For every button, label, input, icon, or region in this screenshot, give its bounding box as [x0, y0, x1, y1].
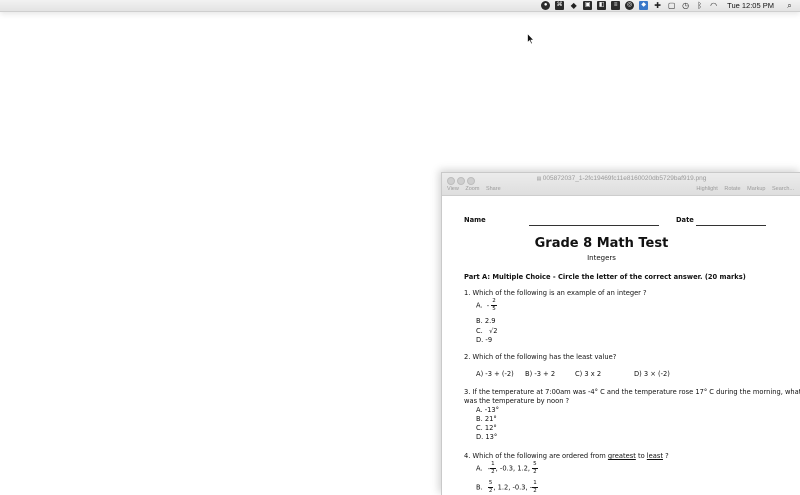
q4-question: 4. Which of the following are ordered fr…: [464, 452, 669, 460]
zoom-toolbar-button[interactable]: Zoom: [465, 186, 479, 192]
q1-question: 1. Which of the following is an example …: [464, 289, 647, 297]
menu-bar: ● ⌘ ◆ ▣ ◧ ≡ ◎ ◆ ✚ ▢ ◷ ᛒ ◠ Tue 12:05 PM ⌕: [0, 0, 800, 12]
markup-button[interactable]: Markup: [747, 186, 765, 192]
toolbar-left: View Zoom Share: [447, 186, 506, 192]
q2-option-d: D) 3 × (-2): [634, 370, 670, 378]
q2-option-b: B) -3 + 2: [525, 370, 556, 378]
bluetooth-icon[interactable]: ᛒ: [695, 1, 704, 10]
search-icon[interactable]: ⌕: [785, 1, 794, 10]
q1-option-b: B. 2.9: [476, 317, 496, 325]
window-titlebar: ▤ 005872037_1-2fc19469fc11e8160020db5729…: [442, 173, 800, 196]
cc-icon[interactable]: ◎: [625, 1, 635, 10]
part-a-heading: Part A: Multiple Choice - Circle the let…: [464, 273, 746, 281]
mouse-pointer-icon: [527, 33, 535, 45]
record-icon[interactable]: ●: [541, 1, 551, 10]
q4-option-a: A. -12, -0.3, 1.2, 52: [476, 461, 538, 475]
q3-option-b: B. 21°: [476, 415, 497, 423]
rotate-button[interactable]: Rotate: [724, 186, 740, 192]
q4-option-b: B. 52, 1.2, -0.3, -12: [476, 480, 538, 494]
page-title: Grade 8 Math Test: [534, 236, 669, 251]
dropbox-icon[interactable]: ◆: [569, 1, 578, 10]
preview-window: ▤ 005872037_1-2fc19469fc11e8160020db5729…: [441, 172, 800, 495]
q2-question: 2. Which of the following has the least …: [464, 353, 617, 361]
q2-option-c: C) 3 x 2: [575, 370, 602, 378]
display-icon[interactable]: ▣: [583, 1, 593, 10]
q1-option-a: A. - 25: [476, 298, 497, 312]
view-button[interactable]: View: [447, 186, 459, 192]
date-label: Date: [676, 216, 694, 224]
name-label: Name: [464, 216, 486, 224]
wifi-icon[interactable]: ◠: [709, 1, 718, 10]
toolbar-right: Highlight Rotate Markup Search...: [696, 186, 799, 192]
settings-icon[interactable]: ✚: [653, 1, 662, 10]
window-icon[interactable]: ▢: [667, 1, 676, 10]
screenshot-icon[interactable]: ◧: [597, 1, 607, 10]
q3-option-a: A. -13°: [476, 406, 499, 414]
menubar-clock[interactable]: Tue 12:05 PM: [727, 1, 774, 10]
q1-option-c: C. √2: [476, 327, 498, 335]
q3-question-line2: was the temperature by noon ?: [464, 397, 570, 405]
q3-question-line1: 3. If the temperature at 7:00am was -4° …: [464, 388, 800, 396]
q3-option-d: D. 13°: [476, 433, 498, 441]
page-subtitle: Integers: [587, 254, 616, 262]
window-title: ▤ 005872037_1-2fc19469fc11e8160020db5729…: [536, 175, 707, 182]
document-page: Name Date Grade 8 Math Test Integers Par…: [444, 196, 800, 495]
search-field[interactable]: Search...: [772, 186, 794, 192]
highlight-button[interactable]: Highlight: [696, 186, 717, 192]
dropbox-blue-icon[interactable]: ◆: [639, 1, 649, 10]
q3-option-c: C. 12°: [476, 424, 497, 432]
app-icon[interactable]: ⌘: [555, 1, 565, 10]
stack-icon[interactable]: ≡: [611, 1, 621, 10]
share-button[interactable]: Share: [486, 186, 501, 192]
q2-option-a: A) -3 + (-2): [476, 370, 514, 378]
name-line: [529, 225, 659, 226]
clock-icon[interactable]: ◷: [681, 1, 690, 10]
q1-option-d: D. -9: [476, 336, 493, 344]
date-line: [696, 225, 766, 226]
